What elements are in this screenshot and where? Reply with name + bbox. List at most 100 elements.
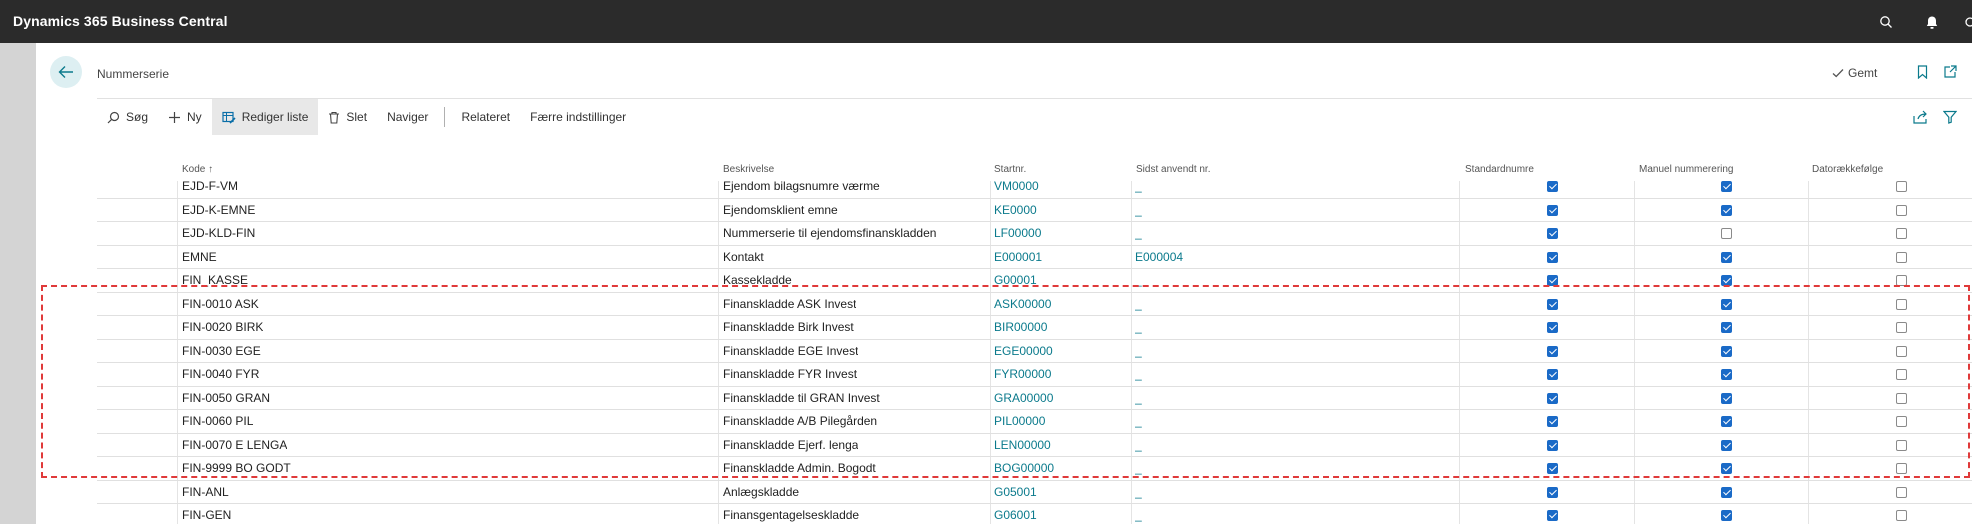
default-nos-checkbox[interactable]	[1547, 345, 1558, 357]
last-used-cell[interactable]: _	[1135, 434, 1142, 458]
start-no-cell[interactable]: VM0000	[994, 181, 1039, 199]
default-nos-checkbox[interactable]	[1547, 486, 1558, 498]
search-icon[interactable]	[1876, 12, 1896, 32]
code-cell[interactable]: FIN-GEN	[182, 504, 231, 524]
column-header-description[interactable]: Beskrivelse	[723, 164, 774, 175]
default-nos-checkbox[interactable]	[1547, 204, 1558, 216]
column-header-default-nos[interactable]: Standardnumre	[1465, 164, 1534, 175]
table-row[interactable]: FIN-0010 ASK Finanskladde ASK Invest ASK00…	[97, 293, 1972, 317]
more-icon[interactable]	[1960, 12, 1972, 32]
table-row[interactable]: FIN-0070 E LENGA Finanskladde Ejerf. leng…	[97, 434, 1972, 458]
table-row[interactable]: EJD-KLD-FIN Nummerserie til ejendomsfinan…	[97, 222, 1972, 246]
description-cell[interactable]: Finanskladde til GRAN Invest	[723, 387, 880, 411]
manual-nos-checkbox[interactable]	[1721, 510, 1732, 521]
code-cell[interactable]: EMNE	[182, 246, 217, 270]
last-used-cell[interactable]: _	[1135, 340, 1142, 364]
date-order-checkbox[interactable]	[1896, 298, 1907, 310]
description-cell[interactable]: Kontakt	[723, 246, 764, 270]
related-button[interactable]: Relateret	[451, 99, 520, 135]
manual-nos-checkbox[interactable]	[1721, 251, 1732, 263]
date-order-checkbox[interactable]	[1896, 275, 1907, 286]
description-cell[interactable]: Finansgentagelseskladde	[723, 504, 859, 524]
start-no-cell[interactable]: BIR00000	[994, 316, 1047, 340]
last-used-cell[interactable]: _	[1135, 387, 1142, 411]
description-cell[interactable]: Finanskladde FYR Invest	[723, 363, 857, 387]
code-cell[interactable]: FIN-0030 EGE	[182, 340, 261, 364]
filter-icon[interactable]	[1941, 108, 1959, 126]
manual-nos-checkbox[interactable]	[1721, 439, 1732, 451]
last-used-cell[interactable]: _	[1135, 410, 1142, 434]
code-cell[interactable]: FIN-0070 E LENGA	[182, 434, 287, 458]
default-nos-checkbox[interactable]	[1547, 392, 1558, 404]
search-button[interactable]: Søg	[97, 99, 158, 135]
table-row[interactable]: FIN_KASSE Kassekladde G00001 _	[97, 269, 1972, 293]
code-cell[interactable]: FIN-0010 ASK	[182, 293, 259, 317]
start-no-cell[interactable]: LF00000	[994, 222, 1041, 246]
start-no-cell[interactable]: E000001	[994, 246, 1042, 270]
default-nos-checkbox[interactable]	[1547, 416, 1558, 427]
manual-nos-checkbox[interactable]	[1721, 486, 1732, 498]
start-no-cell[interactable]: BOG00000	[994, 457, 1054, 481]
description-cell[interactable]: Nummerserie til ejendomsfinanskladden	[723, 222, 936, 246]
default-nos-checkbox[interactable]	[1547, 181, 1558, 192]
default-nos-checkbox[interactable]	[1547, 463, 1558, 474]
date-order-checkbox[interactable]	[1896, 439, 1907, 451]
description-cell[interactable]: Ejendomsklient emne	[723, 199, 838, 223]
table-row[interactable]: FIN-0030 EGE Finanskladde EGE Invest EGE00…	[97, 340, 1972, 364]
code-cell[interactable]: FIN-9999 BO GODT	[182, 457, 291, 481]
table-row[interactable]: FIN-0040 FYR Finanskladde FYR Invest FYR00…	[97, 363, 1972, 387]
start-no-cell[interactable]: G00001	[994, 269, 1037, 293]
code-cell[interactable]: FIN-0060 PIL	[182, 410, 253, 434]
start-no-cell[interactable]: EGE00000	[994, 340, 1053, 364]
default-nos-checkbox[interactable]	[1547, 510, 1558, 521]
date-order-checkbox[interactable]	[1896, 486, 1907, 498]
default-nos-checkbox[interactable]	[1547, 298, 1558, 310]
date-order-checkbox[interactable]	[1896, 392, 1907, 404]
start-no-cell[interactable]: ASK00000	[994, 293, 1051, 317]
manual-nos-checkbox[interactable]	[1721, 392, 1732, 404]
date-order-checkbox[interactable]	[1896, 228, 1907, 239]
start-no-cell[interactable]: G05001	[994, 481, 1037, 505]
table-row[interactable]: EMNE Kontakt E000001 E000004	[97, 246, 1972, 270]
date-order-checkbox[interactable]	[1896, 251, 1907, 263]
table-row[interactable]: EJD-F-VM Ejendom bilagsnumre værme VM0000 _	[97, 181, 1972, 199]
default-nos-checkbox[interactable]	[1547, 439, 1558, 451]
last-used-cell[interactable]: _	[1135, 199, 1142, 223]
default-nos-checkbox[interactable]	[1547, 228, 1558, 239]
date-order-checkbox[interactable]	[1896, 369, 1907, 380]
start-no-cell[interactable]: PIL00000	[994, 410, 1045, 434]
manual-nos-checkbox[interactable]	[1721, 463, 1732, 474]
table-row[interactable]: EJD-K-EMNE Ejendomsklient emne KE0000 _	[97, 199, 1972, 223]
last-used-cell[interactable]: _	[1135, 481, 1142, 505]
last-used-cell[interactable]: _	[1135, 504, 1142, 524]
start-no-cell[interactable]: KE0000	[994, 199, 1037, 223]
description-cell[interactable]: Ejendom bilagsnumre værme	[723, 181, 880, 199]
last-used-cell[interactable]: E000004	[1135, 246, 1183, 270]
code-cell[interactable]: FIN-0050 GRAN	[182, 387, 270, 411]
manual-nos-checkbox[interactable]	[1721, 204, 1732, 216]
column-header-date-order[interactable]: Datorækkefølge	[1812, 164, 1883, 175]
description-cell[interactable]: Finanskladde EGE Invest	[723, 340, 858, 364]
description-cell[interactable]: Finanskladde Birk Invest	[723, 316, 854, 340]
last-used-cell[interactable]: _	[1135, 363, 1142, 387]
manual-nos-checkbox[interactable]	[1721, 322, 1732, 333]
manual-nos-checkbox[interactable]	[1721, 416, 1732, 427]
description-cell[interactable]: Finanskladde ASK Invest	[723, 293, 856, 317]
share-icon[interactable]	[1911, 108, 1929, 126]
column-header-manual-nos[interactable]: Manuel nummerering	[1639, 164, 1734, 175]
date-order-checkbox[interactable]	[1896, 463, 1907, 474]
manual-nos-checkbox[interactable]	[1721, 181, 1732, 192]
start-no-cell[interactable]: G06001	[994, 504, 1037, 524]
table-row[interactable]: FIN-0050 GRAN Finanskladde til GRAN Inves…	[97, 387, 1972, 411]
date-order-checkbox[interactable]	[1896, 322, 1907, 333]
start-no-cell[interactable]: GRA00000	[994, 387, 1053, 411]
bell-icon[interactable]	[1922, 12, 1942, 32]
date-order-checkbox[interactable]	[1896, 416, 1907, 427]
description-cell[interactable]: Finanskladde Admin. Bogodt	[723, 457, 876, 481]
start-no-cell[interactable]: LEN00000	[994, 434, 1051, 458]
date-order-checkbox[interactable]	[1896, 204, 1907, 216]
description-cell[interactable]: Kassekladde	[723, 269, 792, 293]
last-used-cell[interactable]: _	[1135, 222, 1142, 246]
code-cell[interactable]: EJD-KLD-FIN	[182, 222, 255, 246]
manual-nos-checkbox[interactable]	[1721, 369, 1732, 380]
